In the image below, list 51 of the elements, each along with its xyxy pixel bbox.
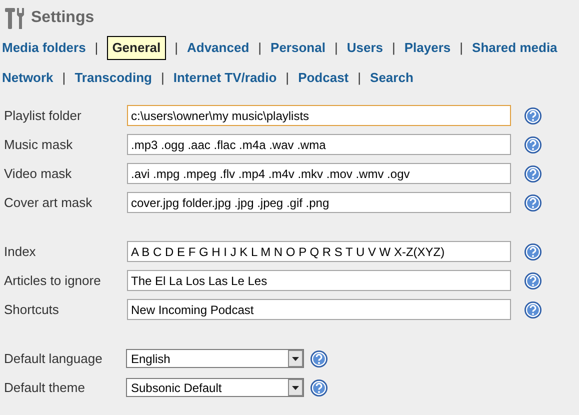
help-icon[interactable] — [524, 106, 542, 124]
separator: | — [160, 69, 164, 88]
field-label: Music mask — [4, 136, 74, 154]
field-label: Default language — [4, 350, 104, 368]
text-field[interactable]: c:\users\owner\my music\playlists — [127, 105, 511, 126]
page-title: Settings — [31, 8, 94, 28]
separator: | — [358, 69, 362, 88]
settings-tab[interactable]: Advanced — [187, 38, 250, 58]
field-label: Index — [4, 242, 37, 261]
field-label: Video mask — [4, 164, 73, 183]
settings-tab[interactable]: Personal — [270, 38, 326, 58]
tools-icon — [4, 6, 26, 30]
separator: | — [258, 39, 262, 58]
settings-tab[interactable]: Network — [2, 68, 54, 88]
help-icon[interactable] — [310, 378, 328, 396]
settings-tab[interactable]: General — [107, 36, 166, 60]
settings-tab[interactable]: Transcoding — [74, 68, 152, 88]
field-label: Cover art mask — [4, 194, 94, 212]
text-field[interactable]: .avi .mpg .mpeg .flv .mp4 .m4v .mkv .mov .wmv .ogv — [127, 163, 511, 184]
text-field[interactable]: .mp3 .ogg .aac .flac .m4a .wav .wma — [127, 134, 511, 155]
separator: | — [460, 39, 464, 58]
dropdown[interactable]: Subsonic Default — [126, 378, 304, 397]
help-icon[interactable] — [524, 164, 542, 182]
help-icon[interactable] — [524, 136, 542, 154]
dropdown[interactable]: English — [126, 349, 304, 368]
help-icon[interactable] — [524, 242, 542, 260]
settings-tab[interactable]: Shared media — [472, 38, 558, 58]
separator: | — [62, 69, 66, 88]
text-field[interactable]: cover.jpg folder.jpg .jpg .jpeg .gif .png — [127, 192, 511, 213]
settings-tab[interactable]: Search — [370, 68, 414, 88]
field-label: Shortcuts — [4, 300, 60, 319]
settings-tab[interactable]: Internet TV/radio — [173, 68, 277, 88]
separator: | — [174, 39, 178, 58]
settings-tab[interactable]: Media folders — [2, 38, 86, 58]
field-label: Articles to ignore — [4, 272, 102, 290]
settings-tab[interactable]: Users — [346, 38, 383, 58]
separator: | — [392, 39, 396, 58]
text-field[interactable]: A B C D E F G H I J K L M N O P Q R S T U V W X-Z(XYZ) — [127, 241, 511, 262]
text-field[interactable]: The El La Los Las Le Les — [127, 270, 511, 291]
separator: | — [334, 39, 338, 58]
field-label: Default theme — [4, 378, 86, 397]
help-icon[interactable] — [524, 272, 542, 290]
settings-tab[interactable]: Players — [404, 38, 451, 58]
separator: | — [94, 39, 98, 58]
settings-tab[interactable]: Podcast — [298, 68, 349, 88]
help-icon[interactable] — [310, 350, 328, 368]
help-icon[interactable] — [524, 194, 542, 212]
text-field[interactable]: New Incoming Podcast — [127, 299, 511, 320]
field-label: Playlist folder — [4, 106, 82, 125]
separator: | — [286, 69, 290, 88]
help-icon[interactable] — [524, 300, 542, 318]
